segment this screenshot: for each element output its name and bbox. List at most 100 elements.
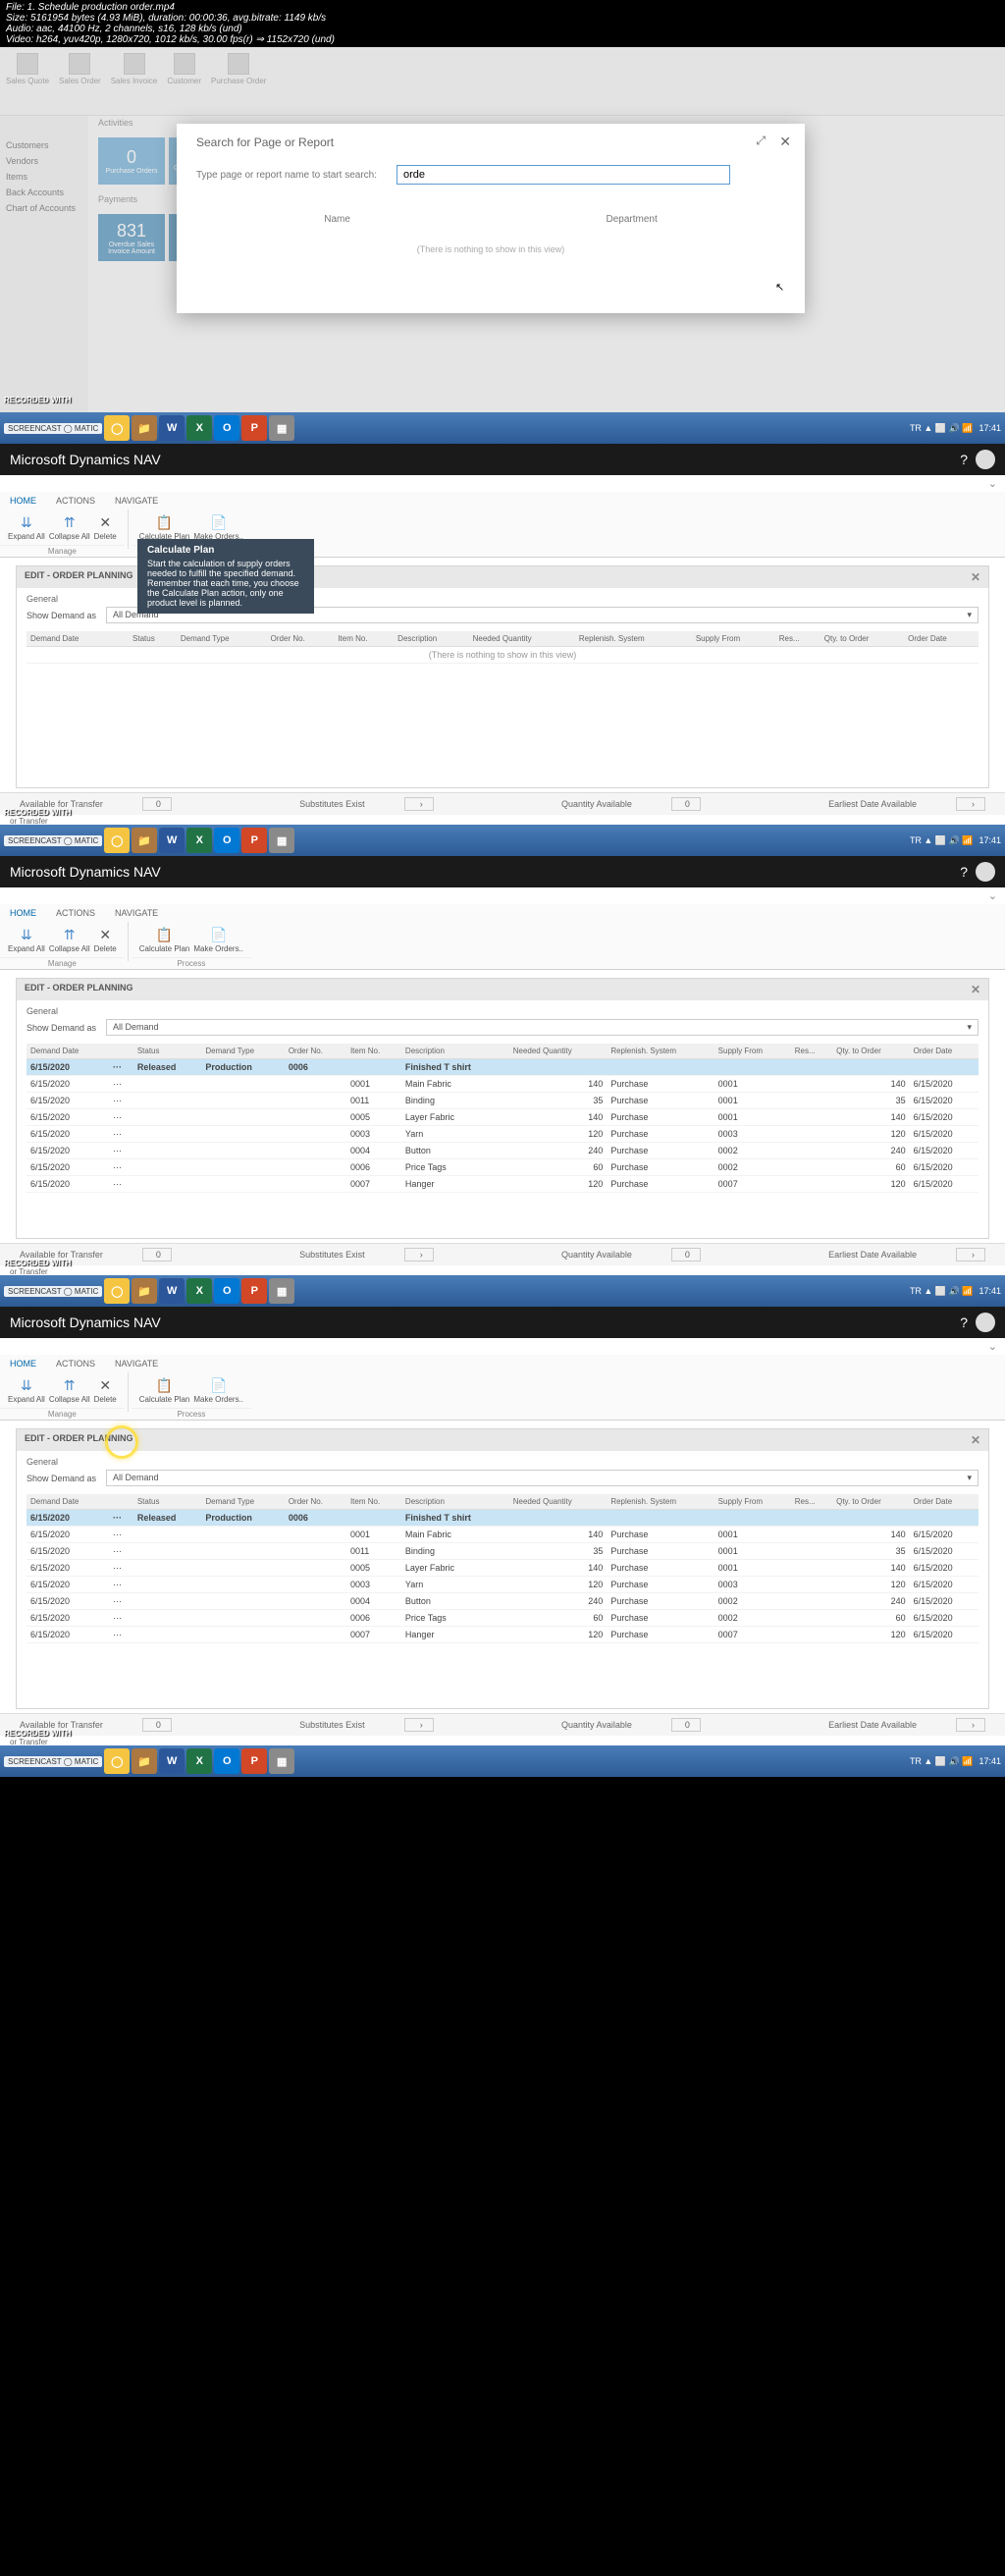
- tab-home[interactable]: HOME: [0, 492, 46, 510]
- table-row[interactable]: 6/15/2020···0003Yarn120Purchase00031206/…: [26, 1126, 979, 1143]
- chrome-icon[interactable]: ◯: [104, 1748, 130, 1774]
- calculate-plan-button[interactable]: 📋Calculate Plan: [139, 926, 190, 953]
- col-header[interactable]: Demand Type: [201, 1044, 284, 1059]
- kpi-tile[interactable]: 0Purchase Orders: [98, 137, 165, 185]
- outlook-icon[interactable]: O: [214, 828, 239, 853]
- calculate-plan-button[interactable]: 📋Calculate Plan: [139, 1376, 190, 1404]
- col-header[interactable]: Qty. to Order: [832, 1044, 910, 1059]
- planning-grid[interactable]: Demand DateStatusDemand TypeOrder No.Ite…: [26, 1494, 979, 1643]
- demand-select[interactable]: All Demand▾: [106, 1470, 979, 1486]
- col-header[interactable]: Status: [133, 1494, 202, 1510]
- table-row[interactable]: 6/15/2020···ReleasedProduction0006Finish…: [26, 1510, 979, 1527]
- outlook-icon[interactable]: O: [214, 415, 239, 441]
- word-icon[interactable]: W: [159, 415, 185, 441]
- user-avatar[interactable]: [976, 1313, 995, 1332]
- table-row[interactable]: 6/15/2020···ReleasedProduction0006Finish…: [26, 1059, 979, 1076]
- explorer-icon[interactable]: 📁: [132, 828, 157, 853]
- demand-select[interactable]: All Demand▾: [106, 1019, 979, 1036]
- minimize-ribbon-icon[interactable]: ⌄: [988, 1341, 997, 1353]
- excel-icon[interactable]: X: [186, 415, 212, 441]
- maximize-icon[interactable]: ⤢: [756, 134, 766, 148]
- table-row[interactable]: 6/15/2020···0007Hanger120Purchase0007120…: [26, 1176, 979, 1193]
- powerpoint-icon[interactable]: P: [241, 1278, 267, 1304]
- powerpoint-icon[interactable]: P: [241, 415, 267, 441]
- col-header[interactable]: [116, 631, 129, 647]
- sidebar-item[interactable]: Back Accounts: [6, 185, 82, 200]
- explorer-icon[interactable]: 📁: [132, 415, 157, 441]
- col-header[interactable]: Needed Quantity: [509, 1494, 608, 1510]
- tab-navigate[interactable]: NAVIGATE: [105, 1355, 168, 1372]
- expand-all-button[interactable]: ⇊Expand All: [8, 513, 45, 541]
- col-header[interactable]: [109, 1494, 133, 1510]
- powerpoint-icon[interactable]: P: [241, 1748, 267, 1774]
- make-orders-button[interactable]: 📄Make Orders..: [193, 926, 243, 953]
- table-row[interactable]: 6/15/2020···0011Binding35Purchase0001356…: [26, 1093, 979, 1109]
- tab-actions[interactable]: ACTIONS: [46, 492, 105, 510]
- excel-icon[interactable]: X: [186, 1278, 212, 1304]
- delete-button[interactable]: ✕Delete: [94, 926, 117, 953]
- col-header[interactable]: Demand Date: [26, 631, 116, 647]
- close-icon[interactable]: ✕: [971, 983, 980, 996]
- chrome-icon[interactable]: ◯: [104, 415, 130, 441]
- planning-grid[interactable]: Demand DateStatusDemand TypeOrder No.Ite…: [26, 631, 979, 664]
- table-row[interactable]: 6/15/2020···0006Price Tags60Purchase0002…: [26, 1610, 979, 1627]
- help-icon[interactable]: ?: [960, 864, 968, 880]
- tray-icons[interactable]: TR ▲ ⬜ 🔊 📶: [910, 1286, 974, 1297]
- col-header[interactable]: Description: [401, 1044, 509, 1059]
- col-header[interactable]: Supply From: [692, 631, 775, 647]
- collapse-all-button[interactable]: ⇈Collapse All: [49, 513, 90, 541]
- user-avatar[interactable]: [976, 862, 995, 882]
- col-header[interactable]: [109, 1044, 133, 1059]
- nav-icon[interactable]: ▦: [269, 828, 294, 853]
- col-header[interactable]: Replenish. System: [575, 631, 692, 647]
- outlook-icon[interactable]: O: [214, 1278, 239, 1304]
- delete-button[interactable]: ✕Delete: [94, 513, 117, 541]
- word-icon[interactable]: W: [159, 1748, 185, 1774]
- table-row[interactable]: 6/15/2020···0004Button240Purchase0002240…: [26, 1143, 979, 1159]
- col-header[interactable]: Res...: [791, 1494, 832, 1510]
- explorer-icon[interactable]: 📁: [132, 1748, 157, 1774]
- col-header[interactable]: Item No.: [334, 631, 394, 647]
- minimize-ribbon-icon[interactable]: ⌄: [988, 890, 997, 902]
- planning-grid[interactable]: Demand DateStatusDemand TypeOrder No.Ite…: [26, 1044, 979, 1193]
- table-row[interactable]: 6/15/2020···0005Layer Fabric140Purchase0…: [26, 1109, 979, 1126]
- col-header[interactable]: Order No.: [267, 631, 335, 647]
- make-orders-button[interactable]: 📄Make Orders..: [193, 1376, 243, 1404]
- col-header[interactable]: Order No.: [285, 1494, 346, 1510]
- table-row[interactable]: 6/15/2020···0005Layer Fabric140Purchase0…: [26, 1560, 979, 1577]
- col-header[interactable]: Status: [129, 631, 177, 647]
- col-header[interactable]: Supply From: [714, 1044, 791, 1059]
- col-header[interactable]: Order Date: [910, 1494, 979, 1510]
- col-header[interactable]: Item No.: [346, 1494, 401, 1510]
- calculate-plan-button[interactable]: 📋Calculate Plan: [139, 513, 190, 541]
- col-header[interactable]: Order No.: [285, 1044, 346, 1059]
- nav-icon[interactable]: ▦: [269, 1278, 294, 1304]
- sidebar-item[interactable]: Chart of Accounts: [6, 200, 82, 216]
- user-avatar[interactable]: [976, 450, 995, 469]
- col-header[interactable]: Needed Quantity: [469, 631, 575, 647]
- ribbon-btn[interactable]: Sales Quote: [6, 53, 49, 109]
- col-header[interactable]: Res...: [775, 631, 820, 647]
- excel-icon[interactable]: X: [186, 828, 212, 853]
- tray-icons[interactable]: TR ▲ ⬜ 🔊 📶: [910, 1756, 974, 1767]
- tab-navigate[interactable]: NAVIGATE: [105, 492, 168, 510]
- nav-icon[interactable]: ▦: [269, 415, 294, 441]
- col-header[interactable]: Description: [401, 1494, 509, 1510]
- col-header[interactable]: Description: [394, 631, 468, 647]
- col-header[interactable]: Order Date: [904, 631, 979, 647]
- tab-home[interactable]: HOME: [0, 1355, 46, 1372]
- nav-icon[interactable]: ▦: [269, 1748, 294, 1774]
- table-row[interactable]: 6/15/2020···0003Yarn120Purchase00031206/…: [26, 1577, 979, 1593]
- col-header[interactable]: Qty. to Order: [820, 631, 904, 647]
- table-row[interactable]: 6/15/2020···0001Main Fabric140Purchase00…: [26, 1076, 979, 1093]
- close-icon[interactable]: ✕: [971, 570, 980, 584]
- word-icon[interactable]: W: [159, 828, 185, 853]
- excel-icon[interactable]: X: [186, 1748, 212, 1774]
- col-header[interactable]: Item No.: [346, 1044, 401, 1059]
- outlook-icon[interactable]: O: [214, 1748, 239, 1774]
- minimize-ribbon-icon[interactable]: ⌄: [988, 478, 997, 490]
- table-row[interactable]: 6/15/2020···0006Price Tags60Purchase0002…: [26, 1159, 979, 1176]
- make-orders-button[interactable]: 📄Make Orders..: [193, 513, 243, 541]
- col-header[interactable]: Needed Quantity: [509, 1044, 608, 1059]
- expand-all-button[interactable]: ⇊Expand All: [8, 1376, 45, 1404]
